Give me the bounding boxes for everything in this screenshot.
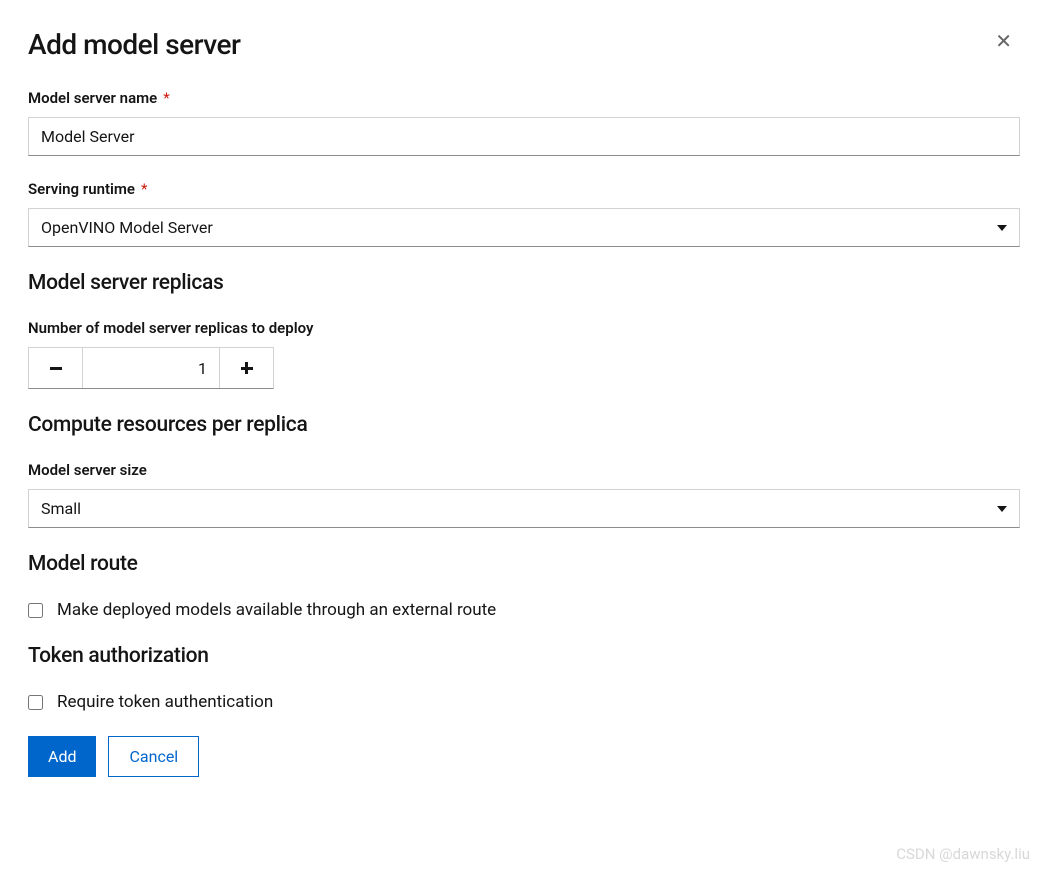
close-button[interactable]: ✕ — [987, 28, 1020, 56]
plus-icon — [241, 362, 253, 374]
external-route-label: Make deployed models available through a… — [57, 600, 496, 620]
caret-down-icon — [997, 506, 1007, 512]
external-route-checkbox[interactable] — [28, 603, 43, 618]
server-size-selected-value: Small — [41, 499, 81, 518]
replicas-count-input[interactable] — [83, 348, 219, 388]
cancel-button[interactable]: Cancel — [108, 736, 199, 777]
server-name-input[interactable] — [28, 117, 1020, 156]
server-size-select[interactable]: Small — [28, 489, 1020, 528]
replicas-stepper — [28, 347, 274, 389]
required-asterisk-icon: * — [141, 180, 147, 198]
minus-icon — [50, 367, 62, 370]
replicas-decrement-button[interactable] — [29, 348, 83, 388]
runtime-select[interactable]: OpenVINO Model Server — [28, 208, 1020, 247]
server-size-label: Model server size — [28, 461, 1020, 479]
runtime-selected-value: OpenVINO Model Server — [41, 218, 213, 237]
route-heading: Model route — [28, 552, 1020, 576]
modal-title: Add model server — [28, 28, 240, 61]
close-icon: ✕ — [995, 31, 1012, 53]
required-asterisk-icon: * — [163, 89, 169, 107]
watermark-text: CSDN @dawnsky.liu — [896, 845, 1030, 863]
replicas-increment-button[interactable] — [219, 348, 273, 388]
token-auth-checkbox[interactable] — [28, 695, 43, 710]
caret-down-icon — [997, 225, 1007, 231]
compute-heading: Compute resources per replica — [28, 413, 1020, 437]
server-name-label-text: Model server name — [28, 89, 157, 107]
runtime-label-text: Serving runtime — [28, 180, 135, 198]
runtime-label: Serving runtime * — [28, 180, 1020, 198]
replicas-heading: Model server replicas — [28, 271, 1020, 295]
server-name-label: Model server name * — [28, 89, 1020, 107]
add-button[interactable]: Add — [28, 736, 96, 777]
token-auth-label: Require token authentication — [57, 692, 273, 712]
token-heading: Token authorization — [28, 644, 1020, 668]
replicas-count-label: Number of model server replicas to deplo… — [28, 319, 1020, 337]
